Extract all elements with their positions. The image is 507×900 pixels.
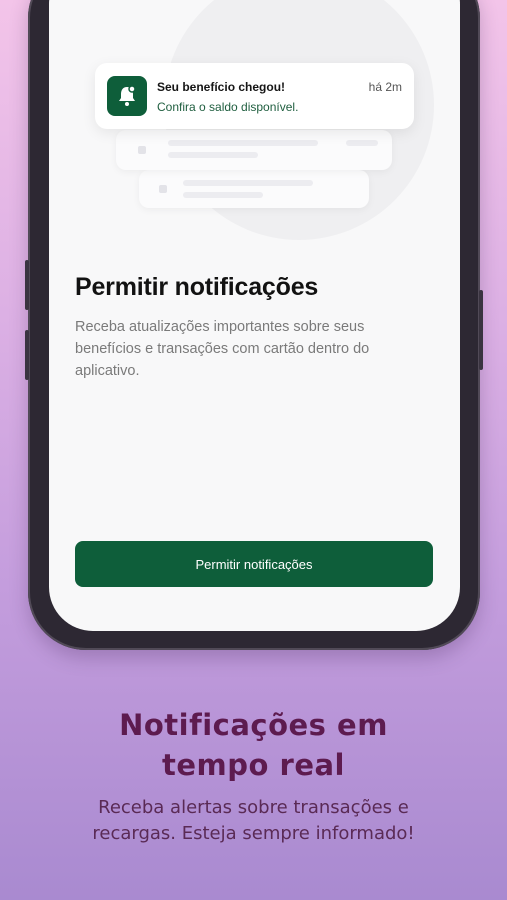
allow-notifications-button[interactable]: Permitir notificações [75,541,433,587]
bell-icon [107,76,147,116]
phone-screen: Seu benefício chegou! Confira o saldo di… [49,0,460,631]
page-description: Receba atualizações importantes sobre se… [75,319,370,379]
promo-headline-line: Notificações em [119,708,388,742]
notification-subtitle: Confira o saldo disponível. [157,100,299,114]
phone-side-button [479,290,483,370]
notification-title: Seu benefício chegou! [157,80,286,94]
promo-subline-line: Receba alertas sobre transações e [98,797,409,818]
phone-side-button [25,330,29,380]
promo-headline-line: tempo real [161,748,345,782]
promo-subline: Receba alertas sobre transações e recarg… [0,795,507,847]
page-title: Permitir notificações [75,273,319,301]
placeholder-notification-card [139,170,369,208]
placeholder-notification-card [116,130,392,170]
promo-subline-line: recargas. Esteja sempre informado! [92,823,415,844]
notification-time: há 2m [368,80,402,94]
phone-side-button [25,260,29,310]
promo-headline: Notificações em tempo real [0,705,507,785]
notification-preview-card: Seu benefício chegou! Confira o saldo di… [95,63,414,129]
